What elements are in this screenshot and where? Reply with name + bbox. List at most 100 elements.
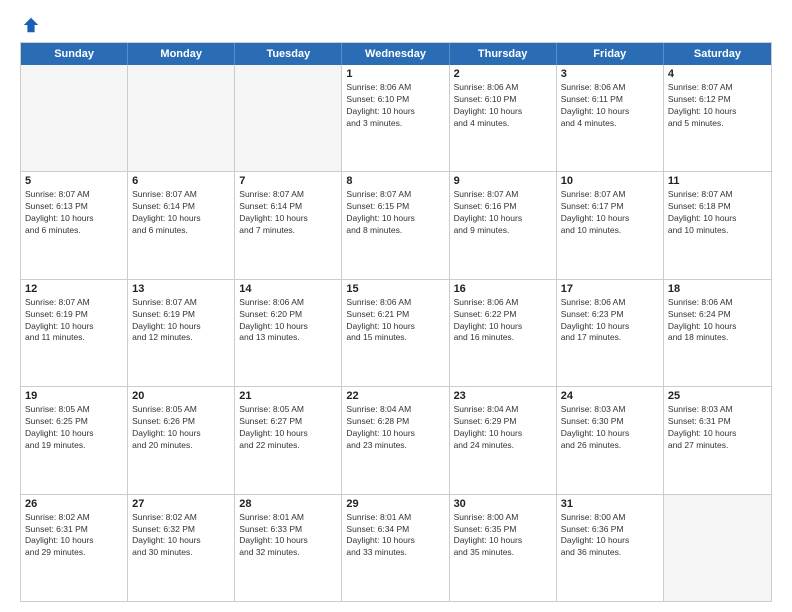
calendar-cell-3-1: 20Sunrise: 8:05 AMSunset: 6:26 PMDayligh… <box>128 387 235 493</box>
cell-info-line: and 10 minutes. <box>561 225 659 237</box>
cell-info-line: and 24 minutes. <box>454 440 552 452</box>
day-number: 10 <box>561 175 659 187</box>
cell-info-line: Sunset: 6:34 PM <box>346 524 444 536</box>
cell-info-line: Sunrise: 8:06 AM <box>346 297 444 309</box>
day-header-wednesday: Wednesday <box>342 43 449 65</box>
header <box>20 16 772 34</box>
cell-info-line: Daylight: 10 hours <box>346 106 444 118</box>
cell-info-line: Daylight: 10 hours <box>561 106 659 118</box>
day-number: 17 <box>561 283 659 295</box>
cell-info-line: Sunset: 6:31 PM <box>668 416 767 428</box>
cell-info-line: and 15 minutes. <box>346 332 444 344</box>
day-number: 30 <box>454 498 552 510</box>
day-number: 22 <box>346 390 444 402</box>
cell-info-line: Sunset: 6:22 PM <box>454 309 552 321</box>
cell-info-line: and 29 minutes. <box>25 547 123 559</box>
day-number: 14 <box>239 283 337 295</box>
cell-info-line: and 12 minutes. <box>132 332 230 344</box>
cell-info-line: Sunset: 6:21 PM <box>346 309 444 321</box>
cell-info-line: and 9 minutes. <box>454 225 552 237</box>
cell-info-line: and 33 minutes. <box>346 547 444 559</box>
cell-info-line: Daylight: 10 hours <box>454 535 552 547</box>
day-number: 6 <box>132 175 230 187</box>
day-number: 19 <box>25 390 123 402</box>
cell-info-line: Daylight: 10 hours <box>132 535 230 547</box>
day-number: 2 <box>454 68 552 80</box>
cell-info-line: Sunrise: 8:03 AM <box>668 404 767 416</box>
cell-info-line: Sunset: 6:11 PM <box>561 94 659 106</box>
cell-info-line: and 36 minutes. <box>561 547 659 559</box>
cell-info-line: Daylight: 10 hours <box>561 321 659 333</box>
calendar-cell-3-4: 23Sunrise: 8:04 AMSunset: 6:29 PMDayligh… <box>450 387 557 493</box>
cell-info-line: Daylight: 10 hours <box>561 213 659 225</box>
day-number: 7 <box>239 175 337 187</box>
day-number: 13 <box>132 283 230 295</box>
day-number: 11 <box>668 175 767 187</box>
calendar-cell-3-6: 25Sunrise: 8:03 AMSunset: 6:31 PMDayligh… <box>664 387 771 493</box>
cell-info-line: and 35 minutes. <box>454 547 552 559</box>
cell-info-line: Sunrise: 8:07 AM <box>25 297 123 309</box>
cell-info-line: Sunset: 6:17 PM <box>561 201 659 213</box>
cell-info-line: Daylight: 10 hours <box>132 321 230 333</box>
calendar-cell-3-5: 24Sunrise: 8:03 AMSunset: 6:30 PMDayligh… <box>557 387 664 493</box>
cell-info-line: Sunset: 6:12 PM <box>668 94 767 106</box>
day-header-saturday: Saturday <box>664 43 771 65</box>
cell-info-line: Sunrise: 8:00 AM <box>561 512 659 524</box>
calendar-cell-2-5: 17Sunrise: 8:06 AMSunset: 6:23 PMDayligh… <box>557 280 664 386</box>
cell-info-line: and 10 minutes. <box>668 225 767 237</box>
cell-info-line: and 7 minutes. <box>239 225 337 237</box>
cell-info-line: and 32 minutes. <box>239 547 337 559</box>
cell-info-line: Daylight: 10 hours <box>454 428 552 440</box>
cell-info-line: Sunset: 6:23 PM <box>561 309 659 321</box>
cell-info-line: Sunrise: 8:07 AM <box>25 189 123 201</box>
cell-info-line: Sunrise: 8:05 AM <box>25 404 123 416</box>
cell-info-line: Sunset: 6:13 PM <box>25 201 123 213</box>
day-header-sunday: Sunday <box>21 43 128 65</box>
cell-info-line: Sunset: 6:32 PM <box>132 524 230 536</box>
calendar-cell-2-4: 16Sunrise: 8:06 AMSunset: 6:22 PMDayligh… <box>450 280 557 386</box>
cell-info-line: and 6 minutes. <box>25 225 123 237</box>
cell-info-line: Daylight: 10 hours <box>239 535 337 547</box>
cell-info-line: Daylight: 10 hours <box>346 535 444 547</box>
cell-info-line: Daylight: 10 hours <box>25 428 123 440</box>
cell-info-line: Sunset: 6:27 PM <box>239 416 337 428</box>
cell-info-line: Daylight: 10 hours <box>346 213 444 225</box>
day-number: 31 <box>561 498 659 510</box>
calendar-cell-1-6: 11Sunrise: 8:07 AMSunset: 6:18 PMDayligh… <box>664 172 771 278</box>
calendar-cell-2-2: 14Sunrise: 8:06 AMSunset: 6:20 PMDayligh… <box>235 280 342 386</box>
day-number: 9 <box>454 175 552 187</box>
day-header-thursday: Thursday <box>450 43 557 65</box>
day-header-friday: Friday <box>557 43 664 65</box>
cell-info-line: Sunrise: 8:04 AM <box>454 404 552 416</box>
cell-info-line: Daylight: 10 hours <box>561 535 659 547</box>
cell-info-line: Sunset: 6:20 PM <box>239 309 337 321</box>
cell-info-line: Sunrise: 8:07 AM <box>668 82 767 94</box>
calendar-cell-0-1 <box>128 65 235 171</box>
cell-info-line: Sunrise: 8:01 AM <box>239 512 337 524</box>
day-number: 21 <box>239 390 337 402</box>
cell-info-line: Daylight: 10 hours <box>25 213 123 225</box>
calendar-row-2: 12Sunrise: 8:07 AMSunset: 6:19 PMDayligh… <box>21 280 771 387</box>
cell-info-line: Sunset: 6:14 PM <box>132 201 230 213</box>
calendar-cell-0-5: 3Sunrise: 8:06 AMSunset: 6:11 PMDaylight… <box>557 65 664 171</box>
cell-info-line: Sunset: 6:10 PM <box>454 94 552 106</box>
calendar-cell-3-3: 22Sunrise: 8:04 AMSunset: 6:28 PMDayligh… <box>342 387 449 493</box>
cell-info-line: Sunrise: 8:05 AM <box>132 404 230 416</box>
cell-info-line: Sunset: 6:33 PM <box>239 524 337 536</box>
calendar-row-4: 26Sunrise: 8:02 AMSunset: 6:31 PMDayligh… <box>21 495 771 601</box>
cell-info-line: Sunset: 6:26 PM <box>132 416 230 428</box>
calendar: SundayMondayTuesdayWednesdayThursdayFrid… <box>20 42 772 602</box>
cell-info-line: Sunrise: 8:07 AM <box>454 189 552 201</box>
cell-info-line: and 26 minutes. <box>561 440 659 452</box>
cell-info-line: and 11 minutes. <box>25 332 123 344</box>
page: SundayMondayTuesdayWednesdayThursdayFrid… <box>0 0 792 612</box>
cell-info-line: Sunset: 6:36 PM <box>561 524 659 536</box>
day-number: 1 <box>346 68 444 80</box>
cell-info-line: Sunset: 6:10 PM <box>346 94 444 106</box>
cell-info-line: Daylight: 10 hours <box>25 535 123 547</box>
cell-info-line: Daylight: 10 hours <box>454 321 552 333</box>
cell-info-line: Sunset: 6:18 PM <box>668 201 767 213</box>
cell-info-line: and 4 minutes. <box>454 118 552 130</box>
logo-icon <box>22 16 40 34</box>
cell-info-line: Daylight: 10 hours <box>668 428 767 440</box>
